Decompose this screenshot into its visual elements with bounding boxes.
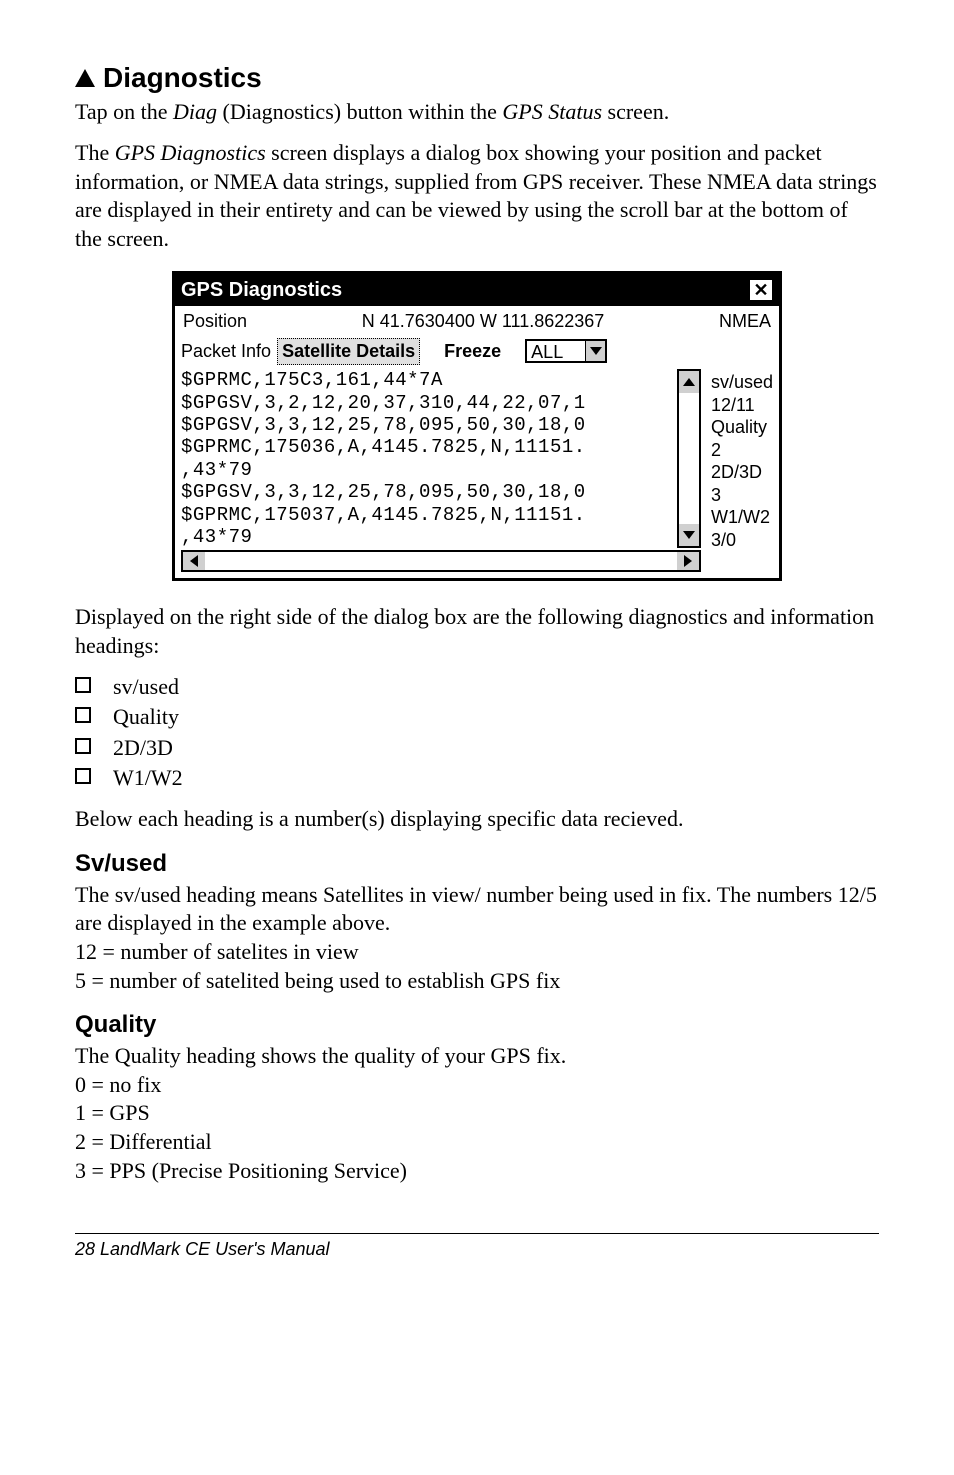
quality-line1: The Quality heading shows the quality of… — [75, 1042, 879, 1071]
gpsstatus-italic: GPS Status — [502, 99, 602, 124]
text: Tap on the — [75, 99, 173, 124]
gpsdiag-italic: GPS Diagnostics — [115, 140, 266, 165]
list-item: 2D/3D — [75, 734, 879, 763]
scroll-up-icon[interactable] — [679, 371, 699, 393]
dropdown-value: ALL — [527, 341, 585, 361]
scroll-right-icon[interactable] — [677, 552, 699, 570]
svused-line1: The sv/used heading means Satellites in … — [75, 881, 879, 938]
packet-info-label: Packet Info — [181, 340, 271, 363]
diag-italic: Diag — [173, 99, 217, 124]
list-text: W1/W2 — [113, 765, 183, 790]
quality-heading: Quality — [75, 1009, 879, 1040]
list-text: Quality — [113, 704, 179, 729]
list-item: sv/used — [75, 673, 879, 702]
page-footer: 28 LandMark CE User's Manual — [75, 1233, 879, 1261]
diagnostics-heading: Diagnostics — [75, 60, 879, 96]
svused-line2: 12 = number of satelites in view — [75, 938, 879, 967]
vertical-scrollbar[interactable] — [677, 369, 701, 548]
intro-para-1: Tap on the Diag (Diagnostics) button wit… — [75, 98, 879, 127]
text: (Diagnostics) button within the — [217, 99, 502, 124]
headings-list: sv/used Quality 2D/3D W1/W2 — [75, 673, 879, 793]
svused-heading: Sv/used — [75, 848, 879, 879]
dialog-title: GPS Diagnostics — [181, 277, 342, 303]
below-heading-para: Below each heading is a number(s) displa… — [75, 805, 879, 834]
list-text: sv/used — [113, 674, 179, 699]
scroll-down-icon[interactable] — [679, 524, 699, 546]
gps-diagnostics-dialog: GPS Diagnostics ✕ Position N 41.7630400 … — [172, 271, 782, 581]
checkbox-icon — [75, 768, 91, 784]
quality-line5: 3 = PPS (Precise Positioning Service) — [75, 1157, 879, 1186]
scroll-left-icon[interactable] — [183, 552, 205, 570]
quality-line3: 1 = GPS — [75, 1099, 879, 1128]
horizontal-scrollbar[interactable] — [181, 550, 701, 572]
checkbox-icon — [75, 677, 91, 693]
checkbox-icon — [75, 738, 91, 754]
nmea-output: $GPRMC,175C3,161,44*7A $GPGSV,3,2,12,20,… — [181, 369, 675, 548]
list-text: 2D/3D — [113, 735, 173, 760]
nmea-label: NMEA — [719, 310, 771, 333]
list-item: Quality — [75, 703, 879, 732]
dialog-titlebar: GPS Diagnostics ✕ — [175, 274, 779, 306]
satellite-details-button[interactable]: Satellite Details — [277, 338, 420, 365]
post-screenshot-para: Displayed on the right side of the dialo… — [75, 603, 879, 660]
stats-column: sv/used 12/11 Quality 2 2D/3D 3 W1/W2 3/… — [701, 369, 773, 572]
checkbox-icon — [75, 707, 91, 723]
position-label: Position — [183, 310, 247, 333]
quality-line2: 0 = no fix — [75, 1071, 879, 1100]
freeze-button[interactable]: Freeze — [426, 339, 519, 364]
chevron-down-icon — [585, 341, 605, 361]
text: screen. — [602, 99, 669, 124]
list-item: W1/W2 — [75, 764, 879, 793]
intro-para-2: The GPS Diagnostics screen displays a di… — [75, 139, 879, 253]
text: The — [75, 140, 115, 165]
close-button[interactable]: ✕ — [749, 279, 773, 301]
heading-text: Diagnostics — [103, 62, 262, 93]
triangle-icon — [75, 69, 95, 87]
filter-dropdown[interactable]: ALL — [525, 339, 607, 363]
svused-line3: 5 = number of satelited being used to es… — [75, 967, 879, 996]
quality-line4: 2 = Differential — [75, 1128, 879, 1157]
position-value: N 41.7630400 W 111.8622367 — [247, 310, 719, 333]
